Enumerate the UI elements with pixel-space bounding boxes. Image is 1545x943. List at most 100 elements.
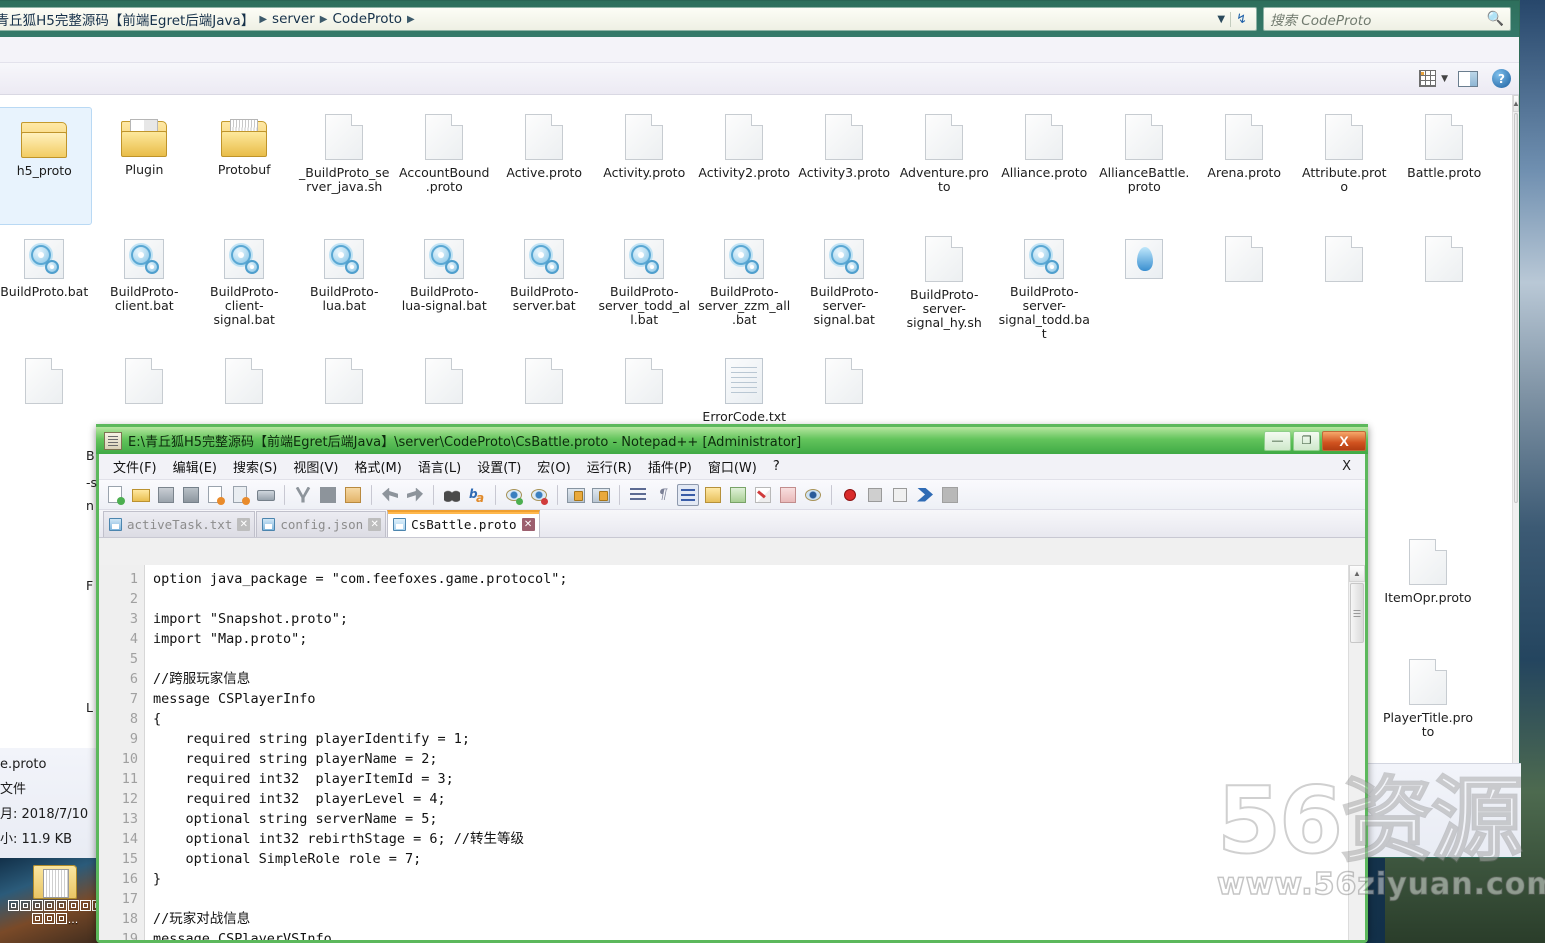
find-icon[interactable] [441,484,463,506]
breadcrumb-item-project[interactable]: 青丘狐H5完整源码【前端Egret后端Java】 [0,8,258,30]
stop-recording-macro-icon[interactable] [864,484,886,506]
file-item[interactable] [1094,225,1194,347]
file-item[interactable] [1194,225,1294,347]
file-item[interactable] [1394,225,1494,347]
preview-pane-icon[interactable] [1458,71,1478,87]
file-item[interactable]: BuildProto-server-signal_hy.sh [894,225,994,347]
close-file-icon[interactable] [205,484,227,506]
file-item[interactable]: BuildProto-lua-signal.bat [394,225,494,347]
breadcrumb-item-server[interactable]: server [268,10,319,28]
file-item[interactable]: Battle.proto [1394,103,1494,225]
file-item[interactable]: BuildProto-server-signal_todd.bat [994,225,1094,347]
file-item[interactable]: Activity.proto [594,103,694,225]
open-file-icon[interactable] [130,484,152,506]
menu-plugins[interactable]: 插件(P) [640,454,700,479]
file-item[interactable]: Active.proto [494,103,594,225]
file-item[interactable]: Adventure.proto [894,103,994,225]
new-file-icon[interactable] [105,484,127,506]
close-button[interactable]: X [1322,431,1366,451]
file-item[interactable] [0,347,94,469]
scrollbar-thumb[interactable] [1514,113,1518,503]
record-macro-icon[interactable] [839,484,861,506]
file-item[interactable]: Attribute.proto [1294,103,1394,225]
menu-edit[interactable]: 编辑(E) [165,454,225,479]
scroll-up-arrow[interactable]: ▲ [1349,565,1365,582]
sync-scroll-vertical-icon[interactable] [565,484,587,506]
file-item[interactable]: Alliance.proto [994,103,1094,225]
file-item[interactable]: Plugin [94,103,194,225]
paste-icon[interactable] [342,484,364,506]
document-monitor-icon[interactable] [802,484,824,506]
chevron-down-icon[interactable]: ▼ [1212,14,1230,25]
redo-icon[interactable] [404,484,426,506]
notepadpp-editor[interactable]: 1234567891011121314151617181920 option j… [99,565,1365,940]
breadcrumb-item-codeproto[interactable]: CodeProto [328,10,406,28]
desktop-folder-icon[interactable]: ... [6,861,104,941]
editor-tab[interactable]: activeTask.txt✕ [103,511,255,537]
zoom-out-icon[interactable] [528,484,550,506]
file-item[interactable]: AllianceBattle.proto [1094,103,1194,225]
user-defined-language-icon[interactable] [702,484,724,506]
file-item[interactable]: Protobuf [194,103,294,225]
sync-scroll-horizontal-icon[interactable] [590,484,612,506]
menu-about[interactable]: ? [765,456,788,477]
show-all-characters-icon[interactable]: ¶ [652,484,674,506]
zoom-in-icon[interactable] [503,484,525,506]
editor-tab[interactable]: config.json✕ [256,511,386,537]
file-item[interactable]: BuildProto-server_todd_all.bat [594,225,694,347]
file-item[interactable]: BuildProto-client.bat [94,225,194,347]
file-item[interactable] [1294,225,1394,347]
function-list-icon[interactable] [752,484,774,506]
replace-icon[interactable]: ba [466,484,488,506]
scroll-up-arrow[interactable]: ▲ [1513,95,1519,112]
help-icon[interactable]: ? [1492,69,1511,88]
menu-file[interactable]: 文件(F) [105,454,165,479]
file-item[interactable]: BuildProto-lua.bat [294,225,394,347]
save-all-icon[interactable] [180,484,202,506]
close-tab-icon[interactable]: ✕ [522,518,535,531]
print-icon[interactable] [255,484,277,506]
undo-icon[interactable] [379,484,401,506]
search-input[interactable]: 搜索 CodeProto 🔍 [1263,7,1511,31]
menu-window[interactable]: 窗口(W) [700,454,765,479]
save-current-macro-icon[interactable] [939,484,961,506]
code-text-area[interactable]: option java_package = "com.feefoxes.game… [145,565,1348,940]
file-item[interactable]: BuildProto-client-signal.bat [194,225,294,347]
folder-as-workspace-icon[interactable] [777,484,799,506]
explorer-titlebar[interactable]: — ❐ ✕ [0,0,1519,1]
file-list-scrollbar[interactable]: ▲ ▼ [1512,95,1519,837]
editor-tab[interactable]: CsBattle.proto✕ [387,510,539,537]
menu-view[interactable]: 视图(V) [285,454,346,479]
document-map-icon[interactable] [727,484,749,506]
maximize-button[interactable]: ❐ [1293,431,1320,451]
file-item[interactable]: Activity2.proto [694,103,794,225]
file-item[interactable]: BuildProto-server-signal.bat [794,225,894,347]
save-icon[interactable] [155,484,177,506]
refresh-icon[interactable]: ↯ [1230,12,1252,27]
file-item[interactable]: ItemOpr.proto [1378,538,1478,605]
indent-guide-icon[interactable] [677,484,699,506]
play-macro-icon[interactable] [889,484,911,506]
cut-icon[interactable] [292,484,314,506]
file-item[interactable]: h5_proto [0,103,94,225]
file-item[interactable]: AccountBound.proto [394,103,494,225]
run-macro-multiple-times-icon[interactable] [914,484,936,506]
file-item[interactable]: _BuildProto_server_java.sh [294,103,394,225]
chevron-down-icon[interactable]: ▼ [1436,74,1458,84]
copy-icon[interactable] [317,484,339,506]
file-item[interactable]: BuildProto-server_zzm_all.bat [694,225,794,347]
menu-run[interactable]: 运行(R) [579,454,640,479]
close-tab-icon[interactable]: ✕ [237,518,250,531]
file-item[interactable]: PlayerTitle.proto [1378,658,1478,739]
menu-format[interactable]: 格式(M) [346,454,409,479]
file-item[interactable]: Activity3.proto [794,103,894,225]
minimize-button[interactable]: — [1264,431,1291,451]
close-all-files-icon[interactable] [230,484,252,506]
menu-settings[interactable]: 设置(T) [469,454,529,479]
file-item[interactable]: BuildProto-server.bat [494,225,594,347]
notepadpp-titlebar[interactable]: E:\青丘狐H5完整源码【前端Egret后端Java】\server\CodeP… [96,424,1368,454]
close-document-button[interactable]: X [1328,459,1365,474]
change-view-icon[interactable] [1419,70,1436,87]
menu-language[interactable]: 语言(L) [410,454,469,479]
file-item[interactable]: Arena.proto [1194,103,1294,225]
